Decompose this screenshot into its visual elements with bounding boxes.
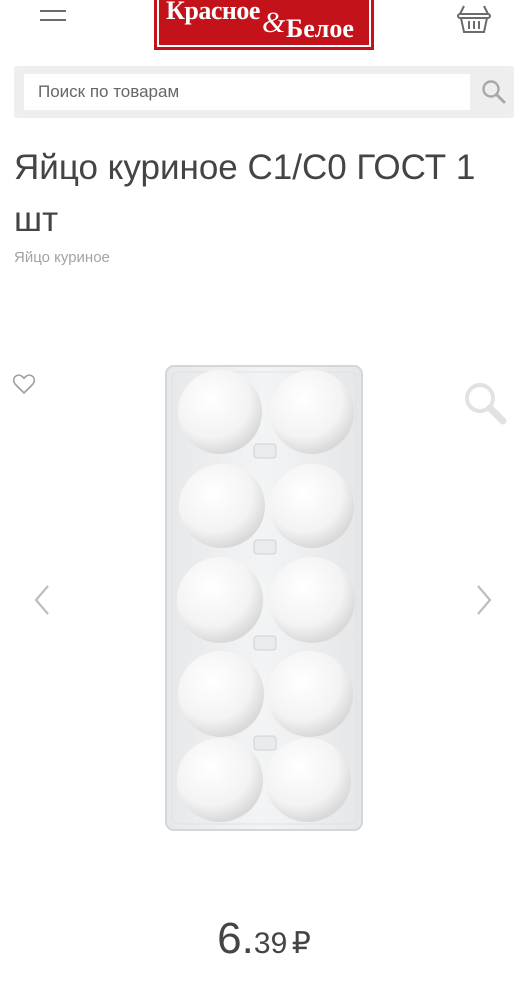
logo-word-krasnoe: Красное [166, 0, 260, 25]
product-title: Яйцо куриное С1/С0 ГОСТ 1 шт [14, 148, 476, 239]
product-page: Красное & Белое Яйцо куриное [0, 0, 528, 1000]
price-fraction: 39 [253, 927, 288, 960]
hamburger-menu-icon[interactable] [40, 6, 66, 28]
product-price: 6.39 ₽ [0, 914, 528, 964]
product-category-link[interactable]: Яйцо куриное [14, 249, 110, 266]
search-bar [14, 66, 514, 118]
search-icon[interactable] [480, 78, 508, 106]
brand-logo[interactable]: Красное & Белое [154, 0, 374, 50]
search-input[interactable] [24, 74, 470, 110]
basket-icon[interactable] [456, 2, 492, 34]
logo-ampersand: & [262, 6, 286, 39]
price-integer: 6 [217, 914, 242, 963]
logo-word-beloe: Белое [286, 14, 354, 43]
currency-symbol: ₽ [291, 927, 311, 960]
header: Красное & Белое [0, 0, 528, 56]
product-image[interactable] [164, 364, 364, 832]
heart-icon[interactable] [12, 372, 36, 396]
chevron-left-icon[interactable] [30, 582, 54, 618]
magnifier-icon[interactable] [462, 380, 508, 426]
chevron-right-icon[interactable] [472, 582, 496, 618]
price-separator: . [241, 914, 254, 963]
